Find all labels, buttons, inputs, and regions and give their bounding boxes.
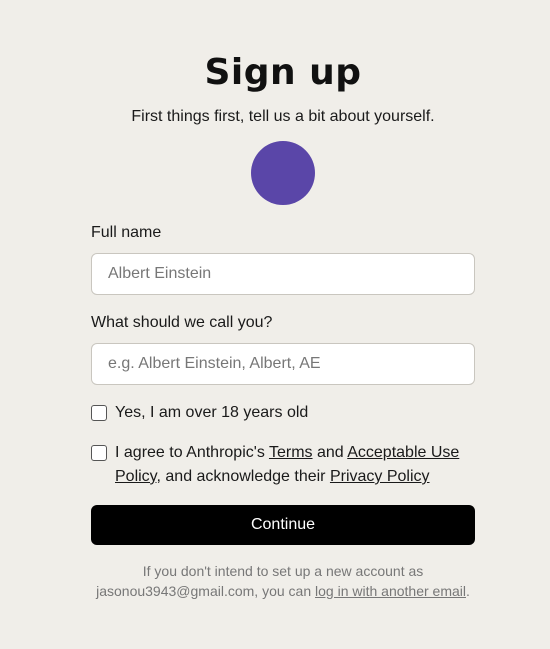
age-check-label[interactable]: Yes, I am over 18 years old: [115, 401, 475, 425]
terms-check-label: I agree to Anthropic's Terms and Accepta…: [115, 441, 475, 489]
page-title: Sign up: [204, 52, 362, 93]
terms-link[interactable]: Terms: [269, 444, 313, 461]
terms-text-2: and: [312, 444, 348, 461]
footer-note: If you don't intend to set up a new acco…: [91, 561, 475, 601]
terms-text-1: I agree to Anthropic's: [115, 444, 269, 461]
terms-text-3: , and acknowledge their: [156, 468, 330, 485]
full-name-label: Full name: [91, 224, 162, 241]
login-another-email-link[interactable]: log in with another email: [315, 583, 466, 599]
terms-checkbox[interactable]: [91, 445, 107, 461]
avatar: [251, 141, 315, 205]
age-checkbox[interactable]: [91, 405, 107, 421]
continue-button[interactable]: Continue: [91, 505, 475, 545]
privacy-policy-link[interactable]: Privacy Policy: [330, 468, 430, 485]
page-subtitle: First things first, tell us a bit about …: [131, 108, 435, 125]
nickname-label: What should we call you?: [91, 314, 273, 331]
full-name-input[interactable]: [91, 253, 475, 295]
footer-text-2: .: [466, 583, 470, 599]
nickname-input[interactable]: [91, 343, 475, 385]
